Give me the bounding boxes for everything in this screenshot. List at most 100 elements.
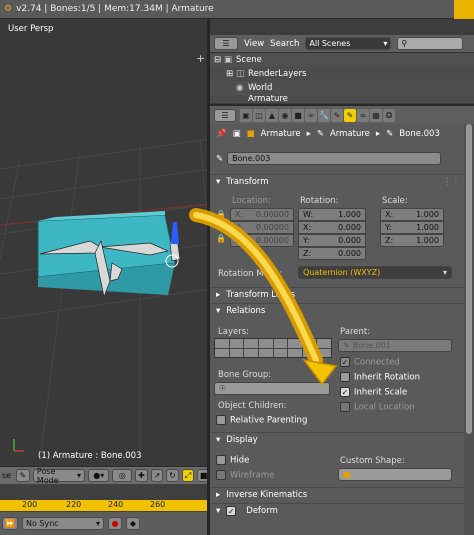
editor-type-button[interactable]: ☰: [214, 108, 236, 122]
view-name-label: User Persp: [8, 24, 54, 34]
scene-tab-icon[interactable]: ▲: [266, 108, 278, 122]
search-menu[interactable]: Search: [270, 39, 299, 49]
scene-filter-dropdown[interactable]: All Scenes ▾: [305, 37, 392, 50]
scale-z-field[interactable]: Z: 1.000: [380, 234, 444, 247]
relative-parenting-checkbox[interactable]: Relative Parenting: [216, 415, 307, 426]
collapse-triangle-icon: ▾: [216, 506, 221, 516]
manipulator-button[interactable]: ✚: [135, 469, 148, 482]
outliner-item-world[interactable]: ◉ World: [210, 81, 474, 95]
collapse-triangle-icon: ▾: [216, 435, 221, 445]
custom-shape-field[interactable]: ■: [338, 468, 452, 481]
rotation-label: Rotation:: [300, 196, 339, 206]
outliner-item-scene[interactable]: ⊟ ▣ Scene: [210, 53, 474, 67]
rotation-x-field[interactable]: X: 0.000: [298, 221, 366, 234]
pivot-button[interactable]: ◎: [112, 469, 133, 482]
location-x-field[interactable]: X: 0.00000: [230, 208, 294, 221]
texture-tab-icon[interactable]: ▦: [370, 108, 382, 122]
collapse-triangle-icon: ▾: [216, 306, 221, 316]
constraints-tab-icon[interactable]: ∞: [305, 108, 317, 122]
deform-checkbox-icon[interactable]: ✓: [226, 506, 237, 516]
sync-label: No Sync: [26, 519, 59, 528]
timeline-ruler[interactable]: 200 220 240 260: [0, 500, 210, 511]
timeline-footer: ⏩ No Sync ▾ ● ◆: [0, 512, 210, 535]
parent-field[interactable]: ✎ Bone.001: [338, 339, 452, 352]
deform-panel-header[interactable]: ▾ ✓ Deform: [210, 503, 464, 518]
dropdown-arrow-icon: ▾: [95, 519, 100, 528]
blender-logo-icon[interactable]: ⚙: [4, 4, 12, 14]
collapse-icon[interactable]: ⊟: [214, 55, 224, 65]
checkbox-icon: [340, 402, 350, 412]
pose-icon[interactable]: ✎: [15, 469, 30, 482]
checkbox-icon: [216, 415, 226, 425]
transform-locks-panel-header[interactable]: ▸ Transform Locks: [210, 287, 464, 302]
scrollbar-thumb[interactable]: [466, 124, 472, 434]
scale-x-field[interactable]: X: 1.000: [380, 208, 444, 221]
bone-group-field[interactable]: ☉: [214, 382, 330, 395]
sync-dropdown[interactable]: No Sync ▾: [22, 517, 104, 530]
expand-triangle-icon: ▸: [216, 290, 221, 300]
keying-button[interactable]: ◆: [126, 517, 140, 530]
inherit-rotation-checkbox[interactable]: Inherit Rotation: [340, 372, 420, 383]
info-header: ⚙ v2.74 | Bones:1/5 | Mem:17.34M | Armat…: [0, 0, 474, 19]
armature-tab-icon[interactable]: ✎: [331, 108, 343, 122]
viewport-scene: [0, 138, 210, 460]
scene-filter-label: All Scenes: [309, 39, 351, 48]
expand-icon[interactable]: ⊞: [226, 69, 236, 79]
play-icon[interactable]: ⏩: [2, 517, 18, 530]
outliner[interactable]: ⊟ ▣ Scene ⊞ ◫ RenderLayers ◉ World Armat…: [210, 53, 474, 103]
grip-icon[interactable]: ⋮⋮: [443, 177, 460, 187]
chevron-right-icon: ▸: [375, 129, 381, 139]
group-icon: ☉: [219, 384, 227, 393]
connected-checkbox[interactable]: ✓ Connected: [340, 357, 400, 368]
rotate-button[interactable]: ↻: [166, 469, 179, 482]
lock-icon[interactable]: 🔒: [216, 232, 226, 244]
3d-viewport[interactable]: +: [0, 19, 210, 466]
checkbox-label: Connected: [354, 357, 400, 368]
bone-layers-grid[interactable]: [214, 338, 332, 358]
tick-label: 220: [66, 500, 82, 509]
rotation-w-field[interactable]: W: 1.000: [298, 208, 366, 221]
search-input[interactable]: ⚲: [397, 37, 464, 50]
active-bone-status: (1) Armature : Bone.003: [38, 451, 142, 461]
rotation-y-field[interactable]: Y: 0.000: [298, 234, 366, 247]
hide-checkbox[interactable]: Hide: [216, 455, 249, 466]
inverse-kinematics-panel-header[interactable]: ▸ Inverse Kinematics: [210, 487, 464, 502]
scale-y-field[interactable]: Y: 1.000: [380, 221, 444, 234]
bone-tab-icon[interactable]: ✎: [344, 108, 356, 122]
lock-icon[interactable]: 🔒: [216, 208, 226, 220]
lock-icon[interactable]: 🔒: [216, 220, 226, 232]
local-location-checkbox[interactable]: Local Location: [340, 402, 415, 413]
bone-constraints-tab-icon[interactable]: ∞: [357, 108, 369, 122]
close-area-button[interactable]: [454, 0, 474, 19]
wireframe-checkbox[interactable]: Wireframe: [216, 470, 274, 481]
relations-panel-header[interactable]: ▾ Relations: [210, 303, 464, 318]
modifiers-tab-icon[interactable]: 🔧: [318, 108, 330, 122]
rotation-mode-dropdown[interactable]: Quaternion (WXYZ) ▾: [298, 266, 452, 279]
translate-button[interactable]: ↗: [150, 469, 164, 482]
view-menu[interactable]: View: [244, 39, 264, 49]
viewport-toggle-icon[interactable]: +: [196, 52, 205, 65]
location-y-field[interactable]: Y: 0.00000: [230, 221, 294, 234]
record-button[interactable]: ●: [108, 517, 122, 530]
pin-icon[interactable]: 📌: [216, 129, 227, 139]
inherit-scale-checkbox[interactable]: ✓ Inherit Scale: [340, 387, 407, 398]
rotation-z-field[interactable]: Z: 0.000: [298, 247, 366, 260]
outliner-item-renderlayers[interactable]: ⊞ ◫ RenderLayers: [210, 67, 474, 81]
object-tab-icon[interactable]: ■: [292, 108, 304, 122]
layers-tab-icon[interactable]: ◫: [253, 108, 265, 122]
mode-dropdown[interactable]: Pose Mode ▾: [32, 467, 86, 485]
world-tab-icon[interactable]: ◉: [279, 108, 291, 122]
outliner-item-armature[interactable]: Armature: [210, 95, 474, 103]
outliner-label: RenderLayers: [248, 69, 307, 79]
physics-tab-icon[interactable]: ✪: [383, 108, 395, 122]
scale-button[interactable]: ⤢: [181, 469, 195, 482]
bone-name-field[interactable]: Bone.003: [227, 152, 442, 165]
transform-panel-header[interactable]: ▾ Transform ⋮⋮: [210, 174, 464, 189]
outliner-label: Scene: [236, 55, 262, 65]
display-panel-header[interactable]: ▾ Display: [210, 432, 464, 447]
panel-title: Inverse Kinematics: [226, 490, 308, 500]
shading-button[interactable]: ●▾: [88, 469, 110, 482]
location-z-field[interactable]: Z: 0.00000: [230, 234, 294, 247]
render-tab-icon[interactable]: ▣: [240, 108, 252, 122]
editor-type-button[interactable]: ☰: [214, 37, 238, 50]
